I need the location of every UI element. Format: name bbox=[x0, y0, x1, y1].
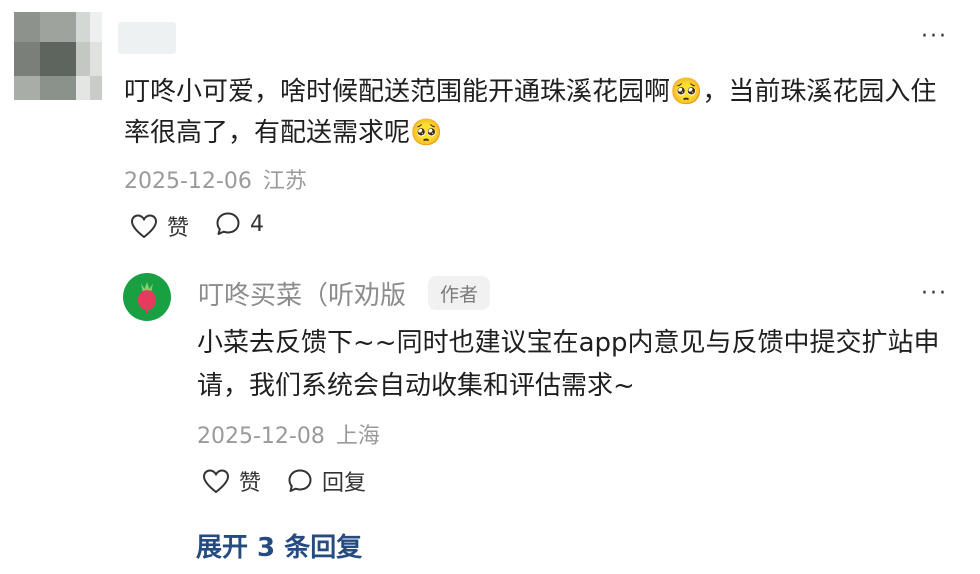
heart-icon bbox=[130, 214, 158, 239]
reply-meta: 2025-12-08 上海 bbox=[197, 418, 380, 450]
reply-author-name[interactable]: 叮咚买菜（听劝版 bbox=[198, 275, 406, 312]
reply-like-button[interactable]: 赞 bbox=[201, 465, 261, 497]
comment-reply-button[interactable]: 4 bbox=[214, 210, 264, 238]
reply-date: 2025-12-08 bbox=[197, 424, 325, 449]
commenter-avatar[interactable] bbox=[14, 12, 102, 100]
comment-date: 2025-12-06 bbox=[124, 169, 252, 194]
comment-bubble-icon bbox=[216, 212, 240, 235]
like-label: 赞 bbox=[167, 216, 190, 241]
commenter-name-blurred[interactable] bbox=[118, 22, 176, 54]
expand-replies-link[interactable]: 展开 3 条回复 bbox=[196, 527, 362, 564]
reply-like-label: 赞 bbox=[239, 471, 262, 496]
reply-label: 回复 bbox=[322, 471, 367, 496]
author-badge: 作者 bbox=[428, 276, 490, 310]
heart-icon bbox=[202, 469, 230, 494]
reply-more-icon[interactable]: ··· bbox=[921, 283, 948, 305]
comment-location: 江苏 bbox=[262, 169, 307, 194]
reply-avatar[interactable] bbox=[123, 273, 171, 321]
comment-meta: 2025-12-06 江苏 bbox=[124, 163, 307, 195]
reply-location: 上海 bbox=[335, 424, 380, 449]
reply-reply-button[interactable]: 回复 bbox=[286, 465, 366, 497]
reply-text: 小菜去反馈下~~同时也建议宝在app内意见与反馈中提交扩站申请，我们系统会自动收… bbox=[197, 328, 940, 401]
reply-count: 4 bbox=[250, 211, 264, 237]
comment-bubble-icon bbox=[288, 469, 312, 492]
comment-like-button[interactable]: 赞 bbox=[129, 210, 189, 242]
comment-text: 叮咚小可爱，啥时候配送范围能开通珠溪花园啊🥺，当前珠溪花园入住率很高了，有配送需… bbox=[124, 77, 937, 148]
more-icon[interactable]: ··· bbox=[921, 26, 948, 48]
radish-icon bbox=[138, 282, 156, 313]
